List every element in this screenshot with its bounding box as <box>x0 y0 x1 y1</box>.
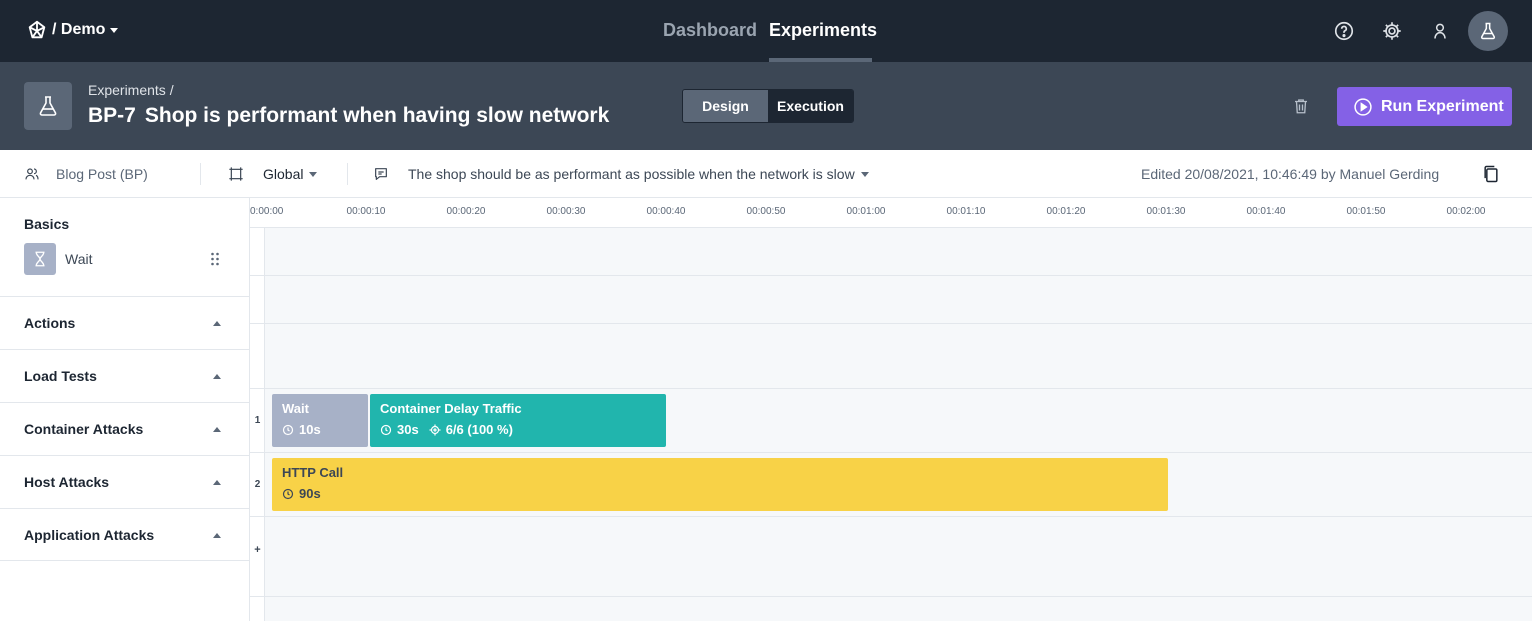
team-selector[interactable]: Blog Post (BP) <box>24 150 148 198</box>
time-tick: 00:01:40 <box>1246 206 1286 217</box>
section-actions[interactable]: Actions <box>0 296 250 349</box>
nav-tab-experiments[interactable]: Experiments <box>769 0 877 62</box>
step-http-call[interactable]: HTTP Call 90s <box>272 458 1168 511</box>
experiment-name[interactable]: Shop is performant when having slow netw… <box>145 104 609 127</box>
tenant-switcher[interactable]: / Demo <box>26 18 119 42</box>
section-container-attacks[interactable]: Container Attacks <box>0 402 250 455</box>
drag-handle-icon[interactable] <box>210 251 220 267</box>
time-tick: 00:01:30 <box>1146 206 1186 217</box>
divider <box>347 163 348 185</box>
experiment-key: BP-7 <box>88 104 136 127</box>
view-mode-switch: Design Execution <box>682 89 854 123</box>
top-navigation: / Demo Dashboard Experiments <box>0 0 1532 62</box>
collapse-caret-icon <box>213 374 221 379</box>
lane-1: 1 Wait 10s Container Delay Traffic 30s 6… <box>250 389 1532 453</box>
tab-execution[interactable]: Execution <box>768 90 853 122</box>
target-icon <box>429 424 441 435</box>
collapse-caret-icon <box>213 321 221 326</box>
team-users-icon <box>25 168 39 180</box>
collapse-caret-icon <box>213 427 221 432</box>
breadcrumb[interactable]: Experiments / <box>88 82 174 98</box>
run-experiment-button[interactable]: Run Experiment <box>1337 87 1512 126</box>
time-tick: 00:00:40 <box>646 206 686 217</box>
nav-tab-dashboard[interactable]: Dashboard <box>663 0 757 62</box>
lane-2: 2 HTTP Call 90s <box>250 453 1532 517</box>
time-tick: 00:01:50 <box>1346 206 1386 217</box>
experiment-title: BP-7 Shop is performant when having slow … <box>88 104 609 128</box>
user-icon[interactable] <box>1428 19 1452 43</box>
time-tick: 00:01:20 <box>1046 206 1086 217</box>
section-application-attacks[interactable]: Application Attacks <box>0 508 250 561</box>
time-ruler: 0:00:00 00:00:10 00:00:20 00:00:30 00:00… <box>250 198 1532 228</box>
experiment-header: Experiments / BP-7 Shop is performant whe… <box>0 62 1532 150</box>
time-tick: 00:00:10 <box>346 206 386 217</box>
tab-design[interactable]: Design <box>683 90 768 122</box>
time-tick: 0:00:00 <box>250 206 284 217</box>
empty-lane <box>250 228 1532 276</box>
comment-icon <box>375 168 387 180</box>
experiment-timeline: 0:00:00 00:00:10 00:00:20 00:00:30 00:00… <box>250 198 1532 621</box>
add-lane-icon[interactable]: + <box>250 544 265 556</box>
hourglass-icon <box>24 243 56 275</box>
section-load-tests[interactable]: Load Tests <box>0 349 250 402</box>
add-lane-area[interactable]: + <box>250 517 1532 597</box>
time-tick: 00:00:50 <box>746 206 786 217</box>
divider <box>200 163 201 185</box>
collapse-caret-icon <box>213 480 221 485</box>
settings-gear-icon[interactable] <box>1380 19 1404 43</box>
step-container-delay-traffic[interactable]: Container Delay Traffic 30s 6/6 (100 %) <box>370 394 666 447</box>
time-tick: 00:02:00 <box>1446 206 1486 217</box>
hypothesis-selector[interactable]: The shop should be as performant as poss… <box>373 150 869 198</box>
chevron-down-icon <box>860 171 869 177</box>
time-tick: 00:00:20 <box>446 206 486 217</box>
step-library-sidebar: Basics Wait Actions Load Tests Container… <box>0 198 250 621</box>
edited-info: Edited 20/08/2021, 10:46:49 by Manuel Ge… <box>1141 166 1440 182</box>
time-tick: 00:00:30 <box>546 206 586 217</box>
help-icon[interactable] <box>1332 19 1356 43</box>
clock-icon <box>380 424 392 435</box>
clock-icon <box>282 488 294 499</box>
experiment-flask-icon <box>24 82 72 130</box>
play-circle-icon <box>1354 97 1372 116</box>
empty-lane <box>250 276 1532 324</box>
environment-selector[interactable]: Global <box>228 150 318 198</box>
flask-icon <box>1480 22 1496 40</box>
logo-icon <box>28 20 46 39</box>
chevron-down-icon <box>309 171 318 177</box>
library-item-wait[interactable]: Wait <box>24 243 224 275</box>
delete-experiment-icon[interactable] <box>1291 95 1311 117</box>
time-tick: 00:01:10 <box>946 206 986 217</box>
clock-icon <box>282 424 294 435</box>
chevron-down-icon <box>110 27 119 33</box>
empty-lane <box>250 324 1532 389</box>
lane-number: 1 <box>254 415 261 426</box>
flask-avatar-button[interactable] <box>1468 11 1508 51</box>
time-tick: 00:01:00 <box>846 206 886 217</box>
basics-heading: Basics <box>24 216 70 232</box>
copy-icon[interactable] <box>1481 150 1501 198</box>
step-wait[interactable]: Wait 10s <box>272 394 368 447</box>
environment-frame-icon <box>229 167 243 181</box>
experiment-settings-bar: Blog Post (BP) Global The shop should be… <box>0 150 1532 198</box>
collapse-caret-icon <box>213 533 221 538</box>
lane-number: 2 <box>254 479 261 490</box>
tenant-label: / Demo <box>52 21 106 38</box>
section-host-attacks[interactable]: Host Attacks <box>0 455 250 508</box>
